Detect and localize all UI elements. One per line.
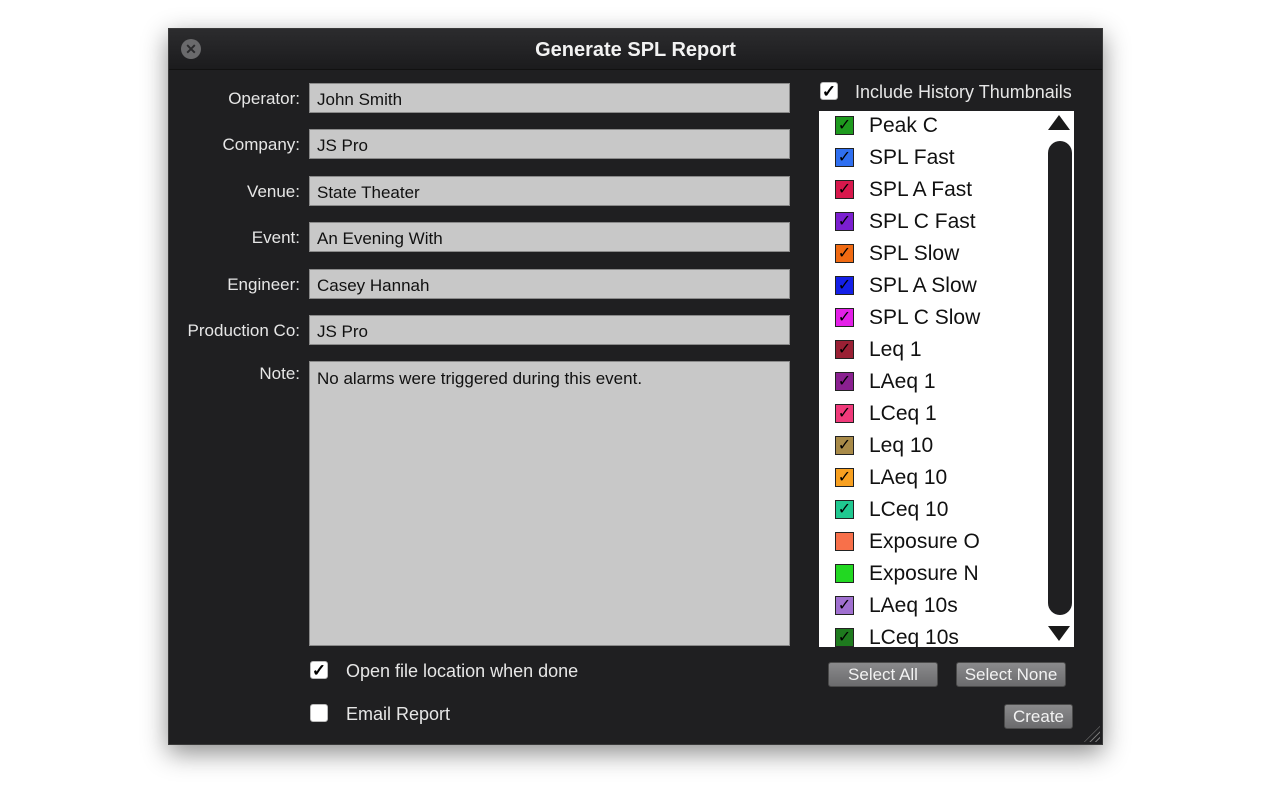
history-list-item[interactable]: ✓ LCeq 10s bbox=[819, 623, 1047, 647]
history-item-label: SPL A Fast bbox=[869, 178, 973, 201]
checkmark-icon[interactable]: ✓ bbox=[835, 244, 854, 263]
email-report-label: Email Report bbox=[346, 704, 451, 724]
operator-field[interactable]: John Smith bbox=[309, 83, 790, 113]
history-item-label: LAeq 1 bbox=[869, 370, 936, 393]
engineer-field[interactable]: Casey Hannah bbox=[309, 269, 790, 299]
include-history-thumbnails-checkbox[interactable]: ✓ bbox=[820, 82, 838, 100]
history-item-label: Peak C bbox=[869, 114, 938, 137]
checkmark-icon[interactable]: ✓ bbox=[835, 148, 854, 167]
color-swatch[interactable] bbox=[835, 564, 854, 583]
checkmark-icon[interactable]: ✓ bbox=[835, 276, 854, 295]
history-list[interactable]: ✓ Peak C ✓ SPL Fast ✓ SPL A Fast ✓ SPL C Fast ✓ S… bbox=[819, 111, 1074, 647]
title-bar[interactable]: ✕ Generate SPL Report bbox=[169, 29, 1102, 70]
history-item-label: SPL Slow bbox=[869, 242, 960, 265]
note-label: Note: bbox=[259, 364, 300, 383]
select-all-button[interactable]: Select All bbox=[828, 662, 938, 687]
history-list-item[interactable]: ✓ Leq 1 bbox=[819, 335, 1047, 367]
checkmark-icon[interactable]: ✓ bbox=[835, 436, 854, 455]
production-co-label: Production Co: bbox=[187, 321, 300, 340]
history-list-item[interactable]: ✓ Peak C bbox=[819, 111, 1047, 143]
history-item-label: Leq 1 bbox=[869, 338, 922, 361]
history-item-label: SPL C Slow bbox=[869, 306, 981, 329]
checkmark-icon[interactable]: ✓ bbox=[835, 500, 854, 519]
history-list-item[interactable]: ✓ LCeq 1 bbox=[819, 399, 1047, 431]
checkmark-icon[interactable]: ✓ bbox=[835, 468, 854, 487]
checkmark-icon[interactable]: ✓ bbox=[835, 340, 854, 359]
open-file-location-label: Open file location when done bbox=[346, 661, 579, 681]
history-list-item[interactable]: ✓ LCeq 10 bbox=[819, 495, 1047, 527]
history-item-label: LAeq 10s bbox=[869, 594, 958, 617]
history-list-item[interactable]: ✓ SPL Slow bbox=[819, 239, 1047, 271]
scroll-down-arrow-icon[interactable] bbox=[1048, 626, 1070, 641]
history-item-label: SPL Fast bbox=[869, 146, 955, 169]
color-swatch[interactable] bbox=[835, 532, 854, 551]
checkmark-icon[interactable]: ✓ bbox=[835, 404, 854, 423]
operator-label: Operator: bbox=[228, 89, 300, 108]
history-item-label: Exposure N bbox=[869, 562, 979, 585]
checkmark-icon[interactable]: ✓ bbox=[835, 372, 854, 391]
checkmark-icon[interactable]: ✓ bbox=[835, 308, 854, 327]
include-history-thumbnails-label: Include History Thumbnails bbox=[855, 82, 1072, 102]
history-item-label: LAeq 10 bbox=[869, 466, 948, 489]
scrollbar-thumb[interactable] bbox=[1048, 141, 1072, 615]
history-list-item[interactable]: Exposure N bbox=[819, 559, 1047, 591]
history-list-item[interactable]: ✓ LAeq 10 bbox=[819, 463, 1047, 495]
production-co-field[interactable]: JS Pro bbox=[309, 315, 790, 345]
history-list-item[interactable]: ✓ Leq 10 bbox=[819, 431, 1047, 463]
venue-field[interactable]: State Theater bbox=[309, 176, 790, 206]
checkmark-icon[interactable]: ✓ bbox=[835, 116, 854, 135]
engineer-label: Engineer: bbox=[227, 275, 300, 294]
email-report-checkbox[interactable] bbox=[310, 704, 328, 722]
history-item-label: SPL C Fast bbox=[869, 210, 976, 233]
open-file-location-checkbox[interactable]: ✓ bbox=[310, 661, 328, 679]
note-textarea[interactable]: No alarms were triggered during this eve… bbox=[309, 361, 790, 646]
history-list-item[interactable]: ✓ SPL A Slow bbox=[819, 271, 1047, 303]
history-item-label: Leq 10 bbox=[869, 434, 934, 457]
checkmark-icon[interactable]: ✓ bbox=[835, 628, 854, 647]
event-field[interactable]: An Evening With bbox=[309, 222, 790, 252]
history-item-label: LCeq 10s bbox=[869, 626, 959, 647]
history-item-label: SPL A Slow bbox=[869, 274, 977, 297]
company-label: Company: bbox=[222, 135, 300, 154]
checkmark-icon[interactable]: ✓ bbox=[835, 212, 854, 231]
history-list-item[interactable]: Exposure O bbox=[819, 527, 1047, 559]
scroll-up-arrow-icon[interactable] bbox=[1048, 115, 1070, 130]
resize-grip-icon[interactable] bbox=[1084, 726, 1100, 742]
select-none-button[interactable]: Select None bbox=[956, 662, 1066, 687]
venue-label: Venue: bbox=[247, 182, 300, 201]
event-label: Event: bbox=[251, 228, 300, 247]
company-field[interactable]: JS Pro bbox=[309, 129, 790, 159]
history-item-label: LCeq 1 bbox=[869, 402, 937, 425]
generate-spl-report-dialog: ✕ Generate SPL Report Operator: John Smi… bbox=[168, 28, 1103, 745]
checkmark-icon[interactable]: ✓ bbox=[835, 596, 854, 615]
history-list-item[interactable]: ✓ LAeq 10s bbox=[819, 591, 1047, 623]
history-list-item[interactable]: ✓ SPL C Slow bbox=[819, 303, 1047, 335]
history-list-item[interactable]: ✓ SPL Fast bbox=[819, 143, 1047, 175]
history-list-item[interactable]: ✓ SPL A Fast bbox=[819, 175, 1047, 207]
dialog-title: Generate SPL Report bbox=[535, 39, 736, 61]
history-list-item[interactable]: ✓ LAeq 1 bbox=[819, 367, 1047, 399]
history-item-label: LCeq 10 bbox=[869, 498, 949, 521]
create-button[interactable]: Create bbox=[1004, 704, 1073, 729]
checkmark-icon[interactable]: ✓ bbox=[835, 180, 854, 199]
history-item-label: Exposure O bbox=[869, 530, 980, 553]
history-list-item[interactable]: ✓ SPL C Fast bbox=[819, 207, 1047, 239]
